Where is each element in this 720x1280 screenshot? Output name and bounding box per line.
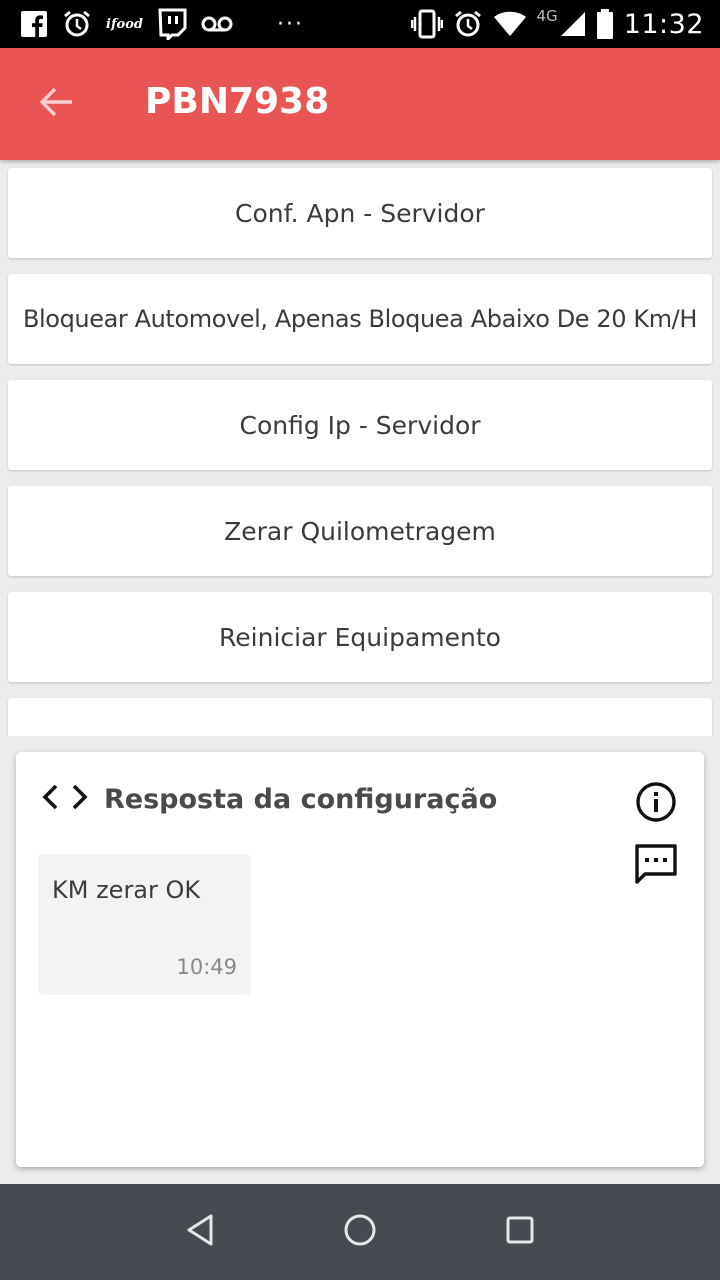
alarm-icon bbox=[453, 8, 483, 40]
response-panel: Resposta da configuração KM zerar OK 10:… bbox=[16, 752, 704, 1167]
nav-recents-button[interactable] bbox=[480, 1192, 560, 1272]
message-text: KM zerar OK bbox=[52, 876, 201, 904]
command-config-ip-button[interactable]: Config Ip - Servidor bbox=[8, 380, 712, 470]
message-bubble: KM zerar OK 10:49 bbox=[38, 854, 251, 995]
arrow-back-icon bbox=[38, 84, 74, 124]
chat-icon bbox=[634, 844, 678, 890]
status-bar: ifood ··· 4G 11:32 bbox=[0, 0, 720, 48]
twitch-icon bbox=[157, 8, 187, 40]
ifood-icon: ifood bbox=[106, 16, 143, 32]
response-header: Resposta da configuração bbox=[42, 782, 497, 816]
back-triangle-icon bbox=[185, 1213, 215, 1251]
nav-back-button[interactable] bbox=[160, 1192, 240, 1272]
wifi-icon bbox=[493, 8, 527, 40]
network-type-label: 4G bbox=[536, 7, 558, 25]
message-time: 10:49 bbox=[176, 955, 237, 979]
facebook-icon bbox=[20, 8, 48, 40]
command-zerar-quilometragem-button[interactable]: Zerar Quilometragem bbox=[8, 486, 712, 576]
command-reiniciar-equipamento-button[interactable]: Reiniciar Equipamento bbox=[8, 592, 712, 682]
more-dots-icon: ··· bbox=[276, 11, 304, 37]
chat-button[interactable] bbox=[634, 842, 678, 886]
nav-home-button[interactable] bbox=[320, 1192, 400, 1272]
signal-icon bbox=[560, 8, 586, 40]
back-button[interactable] bbox=[0, 48, 112, 160]
info-icon bbox=[634, 782, 678, 828]
app-bar: PBN7938 bbox=[0, 48, 720, 160]
response-title: Resposta da configuração bbox=[104, 783, 498, 815]
alarm-icon bbox=[62, 8, 92, 40]
command-partial-item[interactable] bbox=[8, 698, 712, 736]
battery-icon bbox=[596, 8, 614, 40]
home-circle-icon bbox=[343, 1213, 377, 1251]
command-bloquear-automovel-button[interactable]: Bloquear Automovel, Apenas Bloquea Abaix… bbox=[8, 274, 712, 364]
navigation-bar bbox=[0, 1184, 720, 1280]
vibrate-icon bbox=[410, 8, 443, 40]
clock: 11:32 bbox=[623, 8, 704, 40]
info-button[interactable] bbox=[634, 780, 678, 824]
command-conf-apn-button[interactable]: Conf. Apn - Servidor bbox=[8, 168, 712, 258]
command-list[interactable]: Conf. Apn - Servidor Bloquear Automovel,… bbox=[0, 160, 720, 736]
recents-square-icon bbox=[505, 1215, 535, 1249]
page-title: PBN7938 bbox=[145, 80, 330, 122]
code-icon bbox=[42, 782, 88, 816]
voicemail-icon bbox=[201, 8, 233, 40]
